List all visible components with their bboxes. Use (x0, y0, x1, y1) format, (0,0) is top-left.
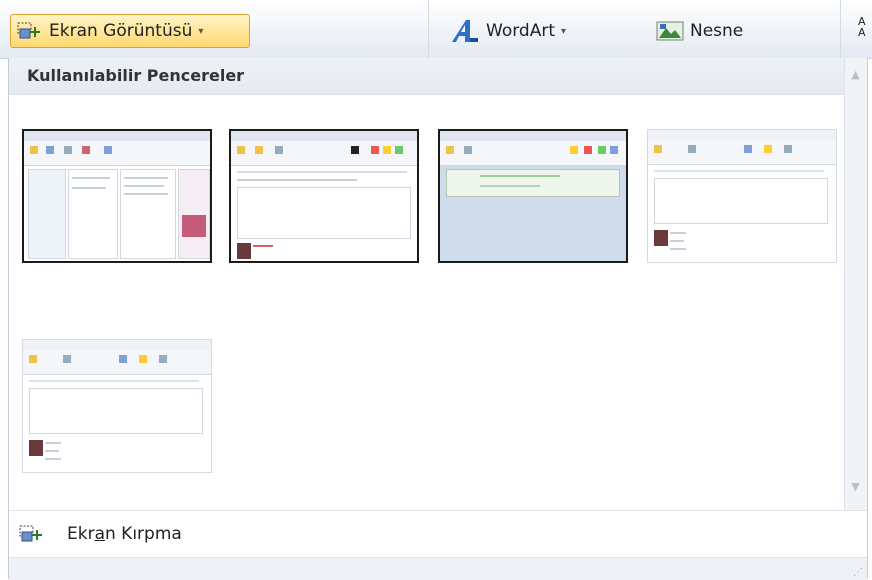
thumbnail-text (45, 458, 61, 460)
window-thumbnail[interactable] (647, 129, 837, 263)
screenshot-gallery: Kullanılabilir Pencereler ▲ ▼ Ekran Kırp… (8, 58, 868, 580)
thumbnail-content (237, 187, 411, 239)
window-thumbnail[interactable] (22, 339, 212, 473)
thumbnail-ribbon (648, 140, 836, 165)
thumbnail-text (654, 170, 824, 172)
thumbnail-text (45, 442, 61, 444)
gallery-header: Kullanılabilir Pencereler (9, 58, 847, 95)
thumbnail-text (124, 177, 168, 179)
window-thumbnail[interactable] (438, 129, 628, 263)
thumbnail-content (654, 230, 668, 246)
ribbon: Ekran Görüntüsü ▾ WordArt ▾ Nesne AA (0, 0, 872, 59)
thumbnail-content (446, 169, 620, 197)
gallery-scrollbar[interactable]: ▲ ▼ (844, 58, 867, 510)
scroll-up-icon[interactable]: ▲ (847, 64, 864, 84)
object-button[interactable]: Nesne (656, 14, 743, 48)
available-windows-heading: Kullanılabilir Pencereler (27, 66, 245, 85)
screenshot-button[interactable]: Ekran Görüntüsü ▾ (10, 14, 250, 48)
screen-clipping-label: Ekran Kırpma (67, 524, 182, 544)
scroll-down-icon[interactable]: ▼ (847, 476, 864, 496)
object-icon (656, 21, 684, 41)
ribbon-separator (428, 0, 429, 58)
thumbnail-text (670, 232, 686, 234)
thumbnail-content (178, 169, 210, 259)
thumbnail-content (28, 169, 66, 259)
window-thumbnail[interactable] (22, 129, 212, 263)
thumbnail-titlebar (24, 131, 210, 141)
thumbnail-text (670, 248, 686, 250)
wordart-button[interactable]: WordArt ▾ (450, 14, 566, 48)
thumbnail-text (670, 240, 684, 242)
thumbnail-text (72, 187, 106, 189)
thumbnail-ribbon (231, 141, 417, 166)
thumbnail-ribbon (24, 141, 210, 166)
thumbnail-text (29, 380, 199, 382)
thumbnail-text (237, 171, 407, 173)
thumbnail-text (480, 175, 560, 177)
thumbnail-titlebar (440, 131, 626, 141)
object-label: Nesne (690, 21, 744, 41)
screenshot-icon (17, 22, 40, 39)
thumbnail-content (182, 215, 206, 237)
window-thumbnail[interactable] (229, 129, 419, 263)
thumbnail-titlebar (23, 340, 211, 350)
thumbnail-content (237, 243, 251, 259)
thumbnail-text (253, 245, 273, 247)
thumbnail-content (29, 388, 203, 434)
text-direction-icon[interactable]: AA (858, 16, 866, 38)
thumbnail-text (72, 177, 110, 179)
chevron-down-icon: ▾ (198, 25, 204, 37)
thumbnail-text (124, 185, 164, 187)
thumbnail-text (480, 185, 540, 187)
ribbon-separator (840, 0, 841, 58)
screen-clipping-item[interactable]: Ekran Kırpma (9, 511, 867, 557)
thumbnail-content (29, 440, 43, 456)
grip-icon: ⋰ (853, 567, 863, 578)
thumbnail-ribbon (440, 141, 626, 166)
chevron-down-icon: ▾ (560, 25, 567, 37)
wordart-icon (452, 20, 478, 42)
thumbnail-text (124, 193, 168, 195)
screen-clipping-icon (19, 525, 42, 542)
thumbnail-content (654, 178, 828, 224)
thumbnail-ribbon (23, 350, 211, 375)
thumbnail-titlebar (231, 131, 417, 141)
thumbnail-content (68, 169, 118, 259)
resize-grip[interactable]: ⋰ (9, 557, 867, 580)
thumbnail-titlebar (648, 130, 836, 140)
thumbnail-content (120, 169, 176, 259)
wordart-label: WordArt (486, 21, 555, 41)
screenshot-label: Ekran Görüntüsü (49, 21, 193, 41)
thumbnail-text (45, 450, 59, 452)
thumbnail-text (237, 179, 357, 181)
